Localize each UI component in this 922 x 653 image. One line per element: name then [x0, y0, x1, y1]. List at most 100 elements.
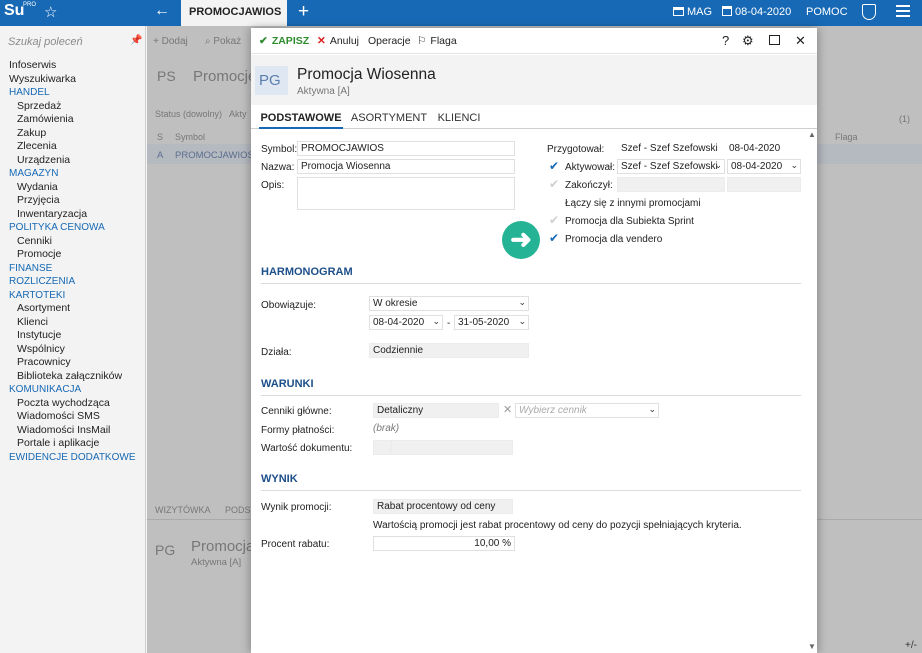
- sidebar-item-13[interactable]: Cenniki: [0, 235, 146, 249]
- settings-gear-icon[interactable]: ⚙: [742, 33, 754, 49]
- sidebar-item-18[interactable]: Asortyment: [0, 302, 146, 316]
- sidebar-item-7[interactable]: Urządzenia: [0, 154, 146, 168]
- sidebar-item-3[interactable]: Sprzedaż: [0, 100, 146, 114]
- sidebar-item-21[interactable]: Wspólnicy: [0, 343, 146, 357]
- sidebar-item-20[interactable]: Instytucje: [0, 329, 146, 343]
- hamburger-menu-icon[interactable]: [896, 5, 910, 17]
- remove-price-list-icon[interactable]: ✕: [503, 403, 512, 416]
- operations-label: Operacje: [368, 35, 411, 47]
- dialog-header: PG Promocja Wiosenna Aktywna [A]: [251, 55, 817, 105]
- name-field[interactable]: Promocja Wiosenna: [297, 159, 515, 174]
- sidebar-item-25[interactable]: Poczta wychodząca: [0, 397, 146, 411]
- tab-podstawowe[interactable]: PODSTAWOWE: [259, 107, 343, 129]
- chevron-down-icon: ⌄: [790, 160, 798, 170]
- bg-status2: Akty: [229, 109, 247, 119]
- sidebar-item-0[interactable]: Infoserwis: [0, 59, 146, 73]
- sidebar-item-22[interactable]: Pracownicy: [0, 356, 146, 370]
- sidebar-item-14[interactable]: Promocje: [0, 248, 146, 262]
- scroll-up-icon[interactable]: ▲: [808, 130, 816, 139]
- payment-value[interactable]: (brak): [373, 423, 399, 434]
- tab-promocjawios[interactable]: PROMOCJAWIOS: [181, 0, 287, 26]
- description-field[interactable]: [297, 177, 515, 210]
- conditions-divider: [261, 395, 801, 396]
- help-button[interactable]: ?: [722, 33, 729, 48]
- cancel-button[interactable]: ✕ Anuluj: [317, 35, 359, 47]
- bg-title: Promocje: [193, 68, 257, 85]
- tab-asortyment[interactable]: ASORTYMENT: [347, 107, 431, 129]
- activated-checkbox[interactable]: ✔: [549, 160, 561, 172]
- scroll-down-icon[interactable]: ▼: [808, 642, 816, 651]
- conditions-section-title: WARUNKI: [261, 378, 314, 390]
- sidebar-search-input[interactable]: Szukaj poleceń: [8, 36, 128, 48]
- valid-select[interactable]: W okresie ⌄: [369, 296, 529, 311]
- close-dialog-icon[interactable]: ✕: [795, 33, 806, 49]
- sidebar-item-27[interactable]: Wiadomości InsMail: [0, 424, 146, 438]
- sidebar-item-9[interactable]: Wydania: [0, 181, 146, 195]
- finished-by-field: [617, 177, 725, 192]
- new-tab-plus-icon[interactable]: +: [298, 1, 309, 23]
- sidebar-section-2[interactable]: HANDEL: [0, 86, 146, 100]
- back-arrow-icon[interactable]: ←: [154, 2, 170, 20]
- cancel-label: Anuluj: [329, 35, 360, 47]
- bg-badge: PS: [157, 68, 176, 84]
- doc-value-operator[interactable]: [373, 440, 391, 455]
- tab-klienci[interactable]: KLIENCI: [435, 107, 483, 129]
- bg-add-button: + Dodaj: [153, 36, 188, 47]
- sidebar-item-11[interactable]: Inwentaryzacja: [0, 208, 146, 222]
- activated-date-select[interactable]: 08-04-2020 ⌄: [727, 159, 801, 174]
- sidebar-section-16[interactable]: ROZLICZENIA: [0, 275, 146, 289]
- vendero-checkbox[interactable]: ✔: [549, 232, 561, 244]
- shield-icon[interactable]: [862, 4, 876, 20]
- help-menu[interactable]: POMOC: [806, 6, 848, 18]
- combine-label: Łączy się z innymi promocjami: [565, 198, 701, 209]
- favorites-star-icon[interactable]: ☆: [44, 3, 57, 21]
- discount-field[interactable]: 10,00 %: [373, 536, 515, 551]
- sidebar-item-28[interactable]: Portale i aplikacje: [0, 437, 146, 451]
- flag-button[interactable]: ⚐ Flaga: [417, 35, 457, 47]
- close-icon: ✕: [317, 35, 326, 47]
- sidebar-section-12[interactable]: POLITYKA CENOWA: [0, 221, 146, 235]
- sidebar-item-10[interactable]: Przyjęcia: [0, 194, 146, 208]
- result-field[interactable]: Rabat procentowy od ceny: [373, 499, 513, 514]
- valid-label: Obowiązuje:: [261, 300, 317, 311]
- price-list-select[interactable]: Wybierz cennik ⌄: [515, 403, 659, 418]
- sidebar-item-26[interactable]: Wiadomości SMS: [0, 410, 146, 424]
- sidebar-item-5[interactable]: Zakup: [0, 127, 146, 141]
- activated-label: Aktywował:: [565, 162, 616, 173]
- bg-status: Status (dowolny): [155, 109, 223, 119]
- save-button[interactable]: ✔ ZAPISZ: [259, 35, 309, 47]
- sidebar-section-24[interactable]: KOMUNIKACJA: [0, 383, 146, 397]
- sidebar-section-29[interactable]: EWIDENCJE DODATKOWE: [0, 451, 146, 465]
- warehouse-selector[interactable]: MAG: [673, 6, 712, 18]
- sidebar-section-8[interactable]: MAGAZYN: [0, 167, 146, 181]
- work-date[interactable]: 08-04-2020: [722, 6, 791, 18]
- operations-button[interactable]: Operacje: [368, 35, 411, 47]
- maximize-icon[interactable]: [769, 35, 780, 45]
- finished-checkbox[interactable]: ✔: [549, 178, 561, 190]
- dialog-scrollbar[interactable]: ▲ ▼: [807, 130, 817, 653]
- pin-icon[interactable]: 📌: [130, 35, 142, 46]
- sprint-label: Promocja dla Subiekta Sprint: [565, 216, 694, 227]
- symbol-field[interactable]: PROMOCJAWIOS: [297, 141, 515, 156]
- sidebar-item-19[interactable]: Klienci: [0, 316, 146, 330]
- sidebar-item-6[interactable]: Zlecenia: [0, 140, 146, 154]
- tab-label: PROMOCJAWIOS: [189, 6, 282, 18]
- sidebar-item-4[interactable]: Zamówienia: [0, 113, 146, 127]
- sprint-checkbox[interactable]: ✔: [549, 214, 561, 226]
- sidebar: Szukaj poleceń 📌 Infoserwis Wyszukiwarka H…: [0, 26, 146, 653]
- dialog-title: Promocja Wiosenna: [297, 66, 436, 83]
- bg-count: (1): [899, 114, 910, 124]
- schedule-section-title: HARMONOGRAM: [261, 266, 353, 278]
- date-range-dash: -: [447, 318, 451, 329]
- doc-value-field[interactable]: [391, 440, 513, 455]
- works-field[interactable]: Codziennie: [369, 343, 529, 358]
- date-from-select[interactable]: 08-04-2020 ⌄: [369, 315, 443, 330]
- sidebar-item-23[interactable]: Biblioteka załączników: [0, 370, 146, 384]
- activated-by-select[interactable]: Szef - Szef Szefowski ⌄: [617, 159, 725, 174]
- app-logo[interactable]: Su PRO: [4, 2, 36, 24]
- sidebar-section-15[interactable]: FINANSE: [0, 262, 146, 276]
- sidebar-section-17[interactable]: KARTOTEKI: [0, 289, 146, 303]
- sidebar-item-1[interactable]: Wyszukiwarka: [0, 73, 146, 87]
- plus-minus-toggle[interactable]: +/-: [905, 640, 917, 651]
- date-to-select[interactable]: 31-05-2020 ⌄: [454, 315, 529, 330]
